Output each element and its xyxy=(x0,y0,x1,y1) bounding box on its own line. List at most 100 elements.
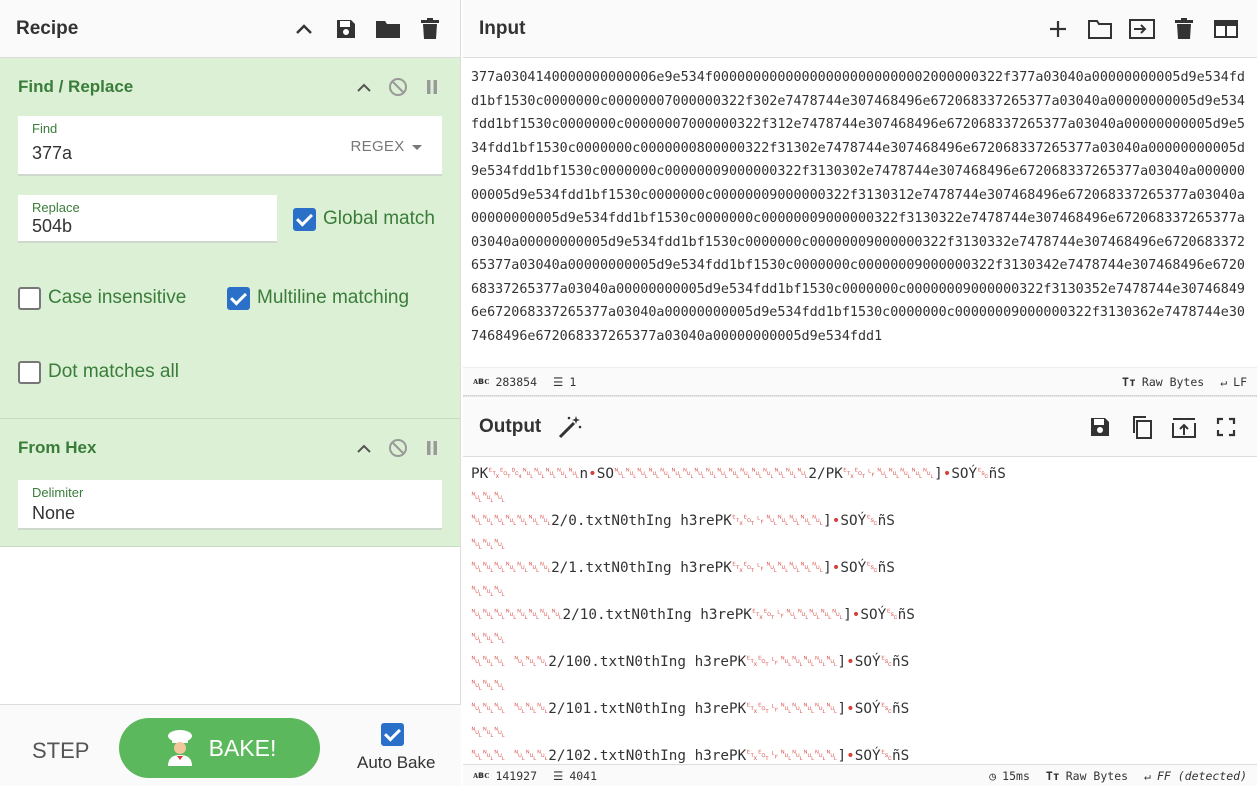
output-line: ␀␀␀ xyxy=(471,630,506,647)
input-textarea[interactable]: 377a0304140000000000006e9e534f0000000000… xyxy=(463,58,1257,367)
dot-matches-all-checkbox[interactable] xyxy=(18,360,41,384)
case-insensitive-checkbox[interactable] xyxy=(18,286,41,310)
abc-icon: ᴀʙᴄ xyxy=(473,770,490,781)
output-title: Output xyxy=(479,415,542,437)
output-line: PK␃␄␔␀␀␀␀␀n•SO␀␀␀␀␀␀␀␀␀␀␀␀␀␀␀␀␀2/PK␃␄␊␀␀… xyxy=(471,466,1006,482)
input-length-status: ᴀʙᴄ 283854 xyxy=(473,375,537,389)
find-mode-dropdown[interactable]: REGEX xyxy=(351,138,422,155)
input-length: 283854 xyxy=(495,374,537,389)
global-match-option[interactable]: Global match xyxy=(293,207,435,231)
bake-label: BAKE! xyxy=(208,734,277,761)
input-status-bar: ᴀʙᴄ 283854 ☰ 1 Tт Raw Bytes ↵ LF xyxy=(463,367,1257,395)
output-header: Output xyxy=(463,397,1257,457)
output-status-bar: ᴀʙᴄ 141927 ☰ 4041 ◷ 15ms Tт Raw Bytes ↵ … xyxy=(463,764,1257,786)
load-recipe-icon[interactable] xyxy=(374,15,402,43)
text-size-icon: Tт xyxy=(1122,374,1136,389)
bake-button[interactable]: BAKE! xyxy=(119,718,320,778)
delimiter-field[interactable]: Delimiter None xyxy=(18,480,442,530)
replace-label: Replace xyxy=(32,200,80,215)
output-line: ␀␀␀␀␀␀␀2/1.txtN0thIng h3rePK␃␄␊␀␀␀␀␀]•SO… xyxy=(471,560,895,576)
find-input[interactable]: 377a xyxy=(32,143,72,164)
add-tab-icon[interactable] xyxy=(1043,14,1073,44)
delimiter-select[interactable]: None xyxy=(32,503,75,524)
multiline-label: Multiline matching xyxy=(257,287,410,308)
replace-field[interactable]: Replace 504b xyxy=(18,195,277,243)
recipe-header: Recipe xyxy=(0,0,460,58)
find-mode-label: REGEX xyxy=(350,138,405,155)
dot-matches-all-label: Dot matches all xyxy=(48,361,179,382)
output-line: ␀␀␀ xyxy=(471,677,506,694)
output-line: ␀␀␀ xyxy=(471,583,506,600)
clear-input-icon[interactable] xyxy=(1169,14,1199,44)
replace-input-icon[interactable] xyxy=(1169,412,1199,442)
chevron-up-icon[interactable] xyxy=(354,438,374,458)
global-match-checkbox[interactable] xyxy=(293,207,316,231)
copy-output-icon[interactable] xyxy=(1127,412,1157,442)
output-line: ␀␀␀ ␀␀␀2/101.txtN0thIng h3rePK␃␄␊␀␀␀␀␀]•… xyxy=(471,701,910,717)
auto-bake-label: Auto Bake xyxy=(357,753,436,772)
find-label: Find xyxy=(32,121,58,136)
magic-wand-icon[interactable] xyxy=(555,412,585,442)
save-recipe-icon[interactable] xyxy=(332,15,360,43)
clear-recipe-icon[interactable] xyxy=(416,15,444,43)
maximise-icon[interactable] xyxy=(1211,412,1241,442)
open-file-icon[interactable] xyxy=(1127,14,1157,44)
multiline-checkbox[interactable] xyxy=(227,286,250,310)
input-lines: 1 xyxy=(569,374,577,389)
breakpoint-icon[interactable] xyxy=(422,77,442,97)
case-insensitive-label: Case insensitive xyxy=(48,287,187,308)
chef-icon xyxy=(167,730,192,766)
output-line: ␀␀␀ xyxy=(471,724,506,741)
output-textarea[interactable]: PK␃␄␔␀␀␀␀␀n•SO␀␀␀␀␀␀␀␀␀␀␀␀␀␀␀␀␀2/PK␃␄␊␀␀… xyxy=(463,457,1257,767)
collapse-all-icon[interactable] xyxy=(290,15,318,43)
breakpoint-icon[interactable] xyxy=(422,438,442,458)
replace-input[interactable]: 504b xyxy=(32,216,72,237)
abc-icon: ᴀʙᴄ xyxy=(473,376,490,387)
reset-layout-icon[interactable] xyxy=(1211,14,1241,44)
output-length: 141927 xyxy=(495,768,537,783)
recipe-title: Recipe xyxy=(16,17,79,39)
output-line: ␀␀␀␀␀␀␀␀2/10.txtN0thIng h3rePK␃␄␊␀␀␀␀␀]•… xyxy=(471,607,915,623)
open-folder-icon[interactable] xyxy=(1085,14,1115,44)
output-eol-status[interactable]: ↵ FF (detected) xyxy=(1144,769,1247,783)
from-hex-operation: From Hex Delimiter None xyxy=(0,419,460,547)
output-line: ␀␀␀ ␀␀␀2/100.txtN0thIng h3rePK␃␄␊␀␀␀␀␀]•… xyxy=(471,654,910,670)
from-hex-title: From Hex xyxy=(18,438,97,457)
chevron-up-icon[interactable] xyxy=(354,77,374,97)
output-lines-status: ☰ 4041 xyxy=(553,769,597,783)
output-eol: FF (detected) xyxy=(1156,768,1247,783)
input-lines-status: ☰ 1 xyxy=(553,375,576,389)
input-eol-status[interactable]: ↵ LF xyxy=(1220,375,1247,389)
output-line: ␀␀␀ xyxy=(471,489,506,506)
clock-icon: ◷ xyxy=(989,768,997,783)
input-eol: LF xyxy=(1233,374,1247,389)
input-encoding: Raw Bytes xyxy=(1141,374,1205,389)
return-icon: ↵ xyxy=(1144,768,1151,783)
dot-matches-all-option[interactable]: Dot matches all xyxy=(18,360,179,384)
lines-icon: ☰ xyxy=(553,374,564,389)
find-replace-title: Find / Replace xyxy=(18,77,134,96)
bake-controls: STEP BAKE! Auto Bake xyxy=(0,704,461,786)
lines-icon: ☰ xyxy=(553,768,564,783)
find-replace-operation: Find / Replace Find 377a REGEX Replace 5… xyxy=(0,58,460,419)
delimiter-label: Delimiter xyxy=(32,485,84,500)
global-match-label: Global match xyxy=(323,208,435,229)
output-line: ␀␀␀␀␀␀␀2/0.txtN0thIng h3rePK␃␄␊␀␀␀␀␀]•SO… xyxy=(471,513,895,529)
save-output-icon[interactable] xyxy=(1085,412,1115,442)
case-insensitive-option[interactable]: Case insensitive xyxy=(18,286,227,310)
output-lines: 4041 xyxy=(569,768,598,783)
io-pane: Input 377a0304140000000000006e9e534f0000… xyxy=(463,0,1257,786)
output-encoding-status[interactable]: Tт Raw Bytes xyxy=(1046,769,1128,783)
disable-icon[interactable] xyxy=(388,438,408,458)
disable-icon[interactable] xyxy=(388,77,408,97)
input-encoding-status[interactable]: Tт Raw Bytes xyxy=(1122,375,1204,389)
output-line: ␀␀␀ xyxy=(471,536,506,553)
step-button[interactable]: STEP xyxy=(32,738,89,764)
bake-time-status: ◷ 15ms xyxy=(989,769,1030,783)
find-field[interactable]: Find 377a REGEX xyxy=(18,116,442,176)
multiline-option[interactable]: Multiline matching xyxy=(227,286,410,310)
return-icon: ↵ xyxy=(1220,374,1228,389)
auto-bake-checkbox[interactable] xyxy=(381,723,404,746)
text-size-icon: Tт xyxy=(1045,768,1060,783)
cyberchef-app: Recipe Find / Replace Find 377a REGEX Re… xyxy=(0,0,1257,786)
